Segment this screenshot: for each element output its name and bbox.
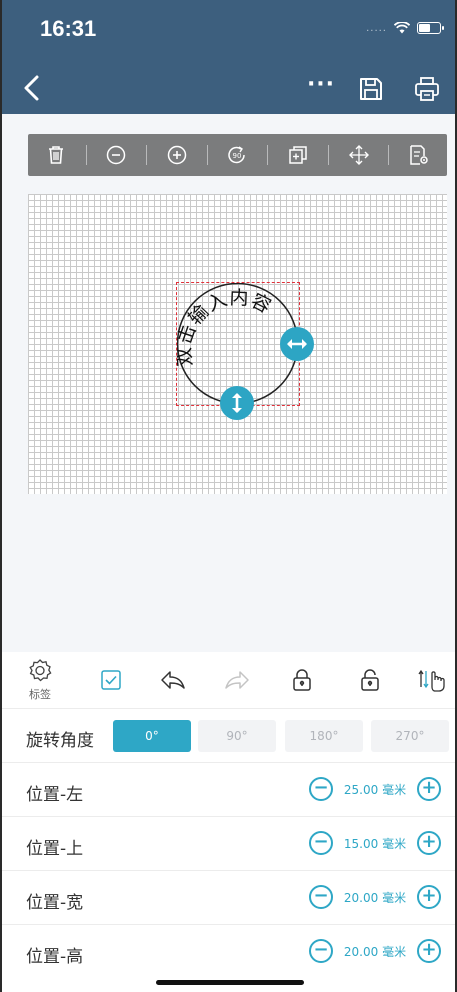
- top-bar: 16:31 ..... ···: [2, 0, 455, 114]
- position-height-value: 20.00 毫米: [343, 944, 407, 959]
- duplicate-icon[interactable]: [284, 141, 312, 169]
- undo-icon: [161, 671, 185, 689]
- battery-icon: [417, 22, 444, 34]
- rotate-90-icon[interactable]: 90: [223, 141, 251, 169]
- decrement-button[interactable]: −: [309, 831, 333, 855]
- properties-icon[interactable]: [405, 141, 433, 169]
- redo-icon: [225, 671, 249, 689]
- position-left-label: 位置-左: [26, 785, 84, 805]
- toolbar-divider: [85, 145, 87, 165]
- position-width-value: 20.00 毫米: [343, 890, 407, 905]
- unlock-icon: [361, 669, 379, 691]
- zoom-out-icon[interactable]: [102, 141, 130, 169]
- wifi-icon: [394, 22, 410, 34]
- increment-button[interactable]: +: [417, 885, 441, 909]
- decrement-button[interactable]: −: [309, 777, 333, 801]
- unlock-button[interactable]: [357, 652, 383, 708]
- status-icons: .....: [366, 22, 444, 34]
- undo-button[interactable]: [158, 652, 188, 708]
- rotation-label: 旋转角度: [26, 731, 94, 751]
- position-height-stepper: − 20.00 毫米 +: [309, 939, 441, 963]
- increment-button[interactable]: +: [417, 777, 441, 801]
- position-width-stepper: − 20.00 毫米 +: [309, 885, 441, 909]
- save-button[interactable]: [358, 76, 384, 102]
- signal-icon: .....: [366, 22, 387, 34]
- app-frame: 16:31 ..... ··· 90 输入内容 标签 旋转角度 0° 90° 1…: [0, 0, 457, 992]
- position-top-row: 位置-上 − 15.00 毫米 +: [2, 816, 455, 870]
- decrement-button[interactable]: −: [309, 939, 333, 963]
- rotation-option-180[interactable]: 180°: [285, 720, 363, 752]
- rotation-option-0[interactable]: 0°: [113, 720, 191, 752]
- resize-height-handle[interactable]: [220, 386, 254, 420]
- toolbar-divider: [388, 145, 390, 165]
- print-button[interactable]: [414, 76, 440, 102]
- settings-label: 标签: [29, 688, 51, 701]
- position-width-row: 位置-宽 − 20.00 毫米 +: [2, 870, 455, 924]
- edit-toolbar: 90: [28, 134, 447, 176]
- more-button[interactable]: ···: [306, 72, 336, 102]
- toolbar-divider: [206, 145, 208, 165]
- position-height-row: 位置-高 − 20.00 毫米 +: [2, 924, 455, 978]
- touch-sort-icon: [418, 669, 445, 692]
- resize-width-handle[interactable]: [280, 327, 314, 361]
- touch-sort-button[interactable]: [417, 652, 447, 708]
- increment-button[interactable]: +: [417, 939, 441, 963]
- svg-text:90: 90: [233, 152, 242, 160]
- action-bar: 标签: [2, 652, 455, 708]
- lock-button[interactable]: [289, 652, 315, 708]
- zoom-in-icon[interactable]: [163, 141, 191, 169]
- position-left-row: 位置-左 − 25.00 毫米 +: [2, 762, 455, 816]
- toolbar-divider: [146, 145, 148, 165]
- checkbox-icon: [101, 670, 121, 690]
- svg-text:双击输入内容: 双击输入内容: [177, 287, 275, 368]
- position-left-stepper: − 25.00 毫米 +: [309, 777, 441, 801]
- gear-icon: [29, 659, 52, 682]
- position-left-value: 25.00 毫米: [343, 782, 407, 797]
- rotation-option-270[interactable]: 270°: [371, 720, 449, 752]
- position-width-label: 位置-宽: [26, 893, 84, 913]
- home-indicator: [156, 980, 304, 985]
- status-time: 16:31: [40, 16, 97, 41]
- position-top-value: 15.00 毫米: [343, 836, 407, 851]
- increment-button[interactable]: +: [417, 831, 441, 855]
- lock-icon: [293, 669, 311, 691]
- select-checkbox-button[interactable]: [97, 652, 125, 708]
- rotation-row: 旋转角度 0° 90° 180° 270°: [2, 708, 455, 762]
- label-text: 双击输入内容: [177, 287, 274, 368]
- label-settings-button[interactable]: 标签: [20, 652, 60, 708]
- toolbar-divider: [327, 145, 329, 165]
- position-top-label: 位置-上: [26, 839, 84, 859]
- decrement-button[interactable]: −: [309, 885, 333, 909]
- toolbar-divider: [267, 145, 269, 165]
- position-height-label: 位置-高: [26, 947, 84, 967]
- position-top-stepper: − 15.00 毫米 +: [309, 831, 441, 855]
- redo-button[interactable]: [222, 652, 252, 708]
- canvas-workspace: 90 双击输入内容: [2, 114, 455, 652]
- move-icon[interactable]: [345, 141, 373, 169]
- rotation-option-90[interactable]: 90°: [198, 720, 276, 752]
- back-button[interactable]: [20, 74, 44, 102]
- trash-icon[interactable]: [42, 141, 70, 169]
